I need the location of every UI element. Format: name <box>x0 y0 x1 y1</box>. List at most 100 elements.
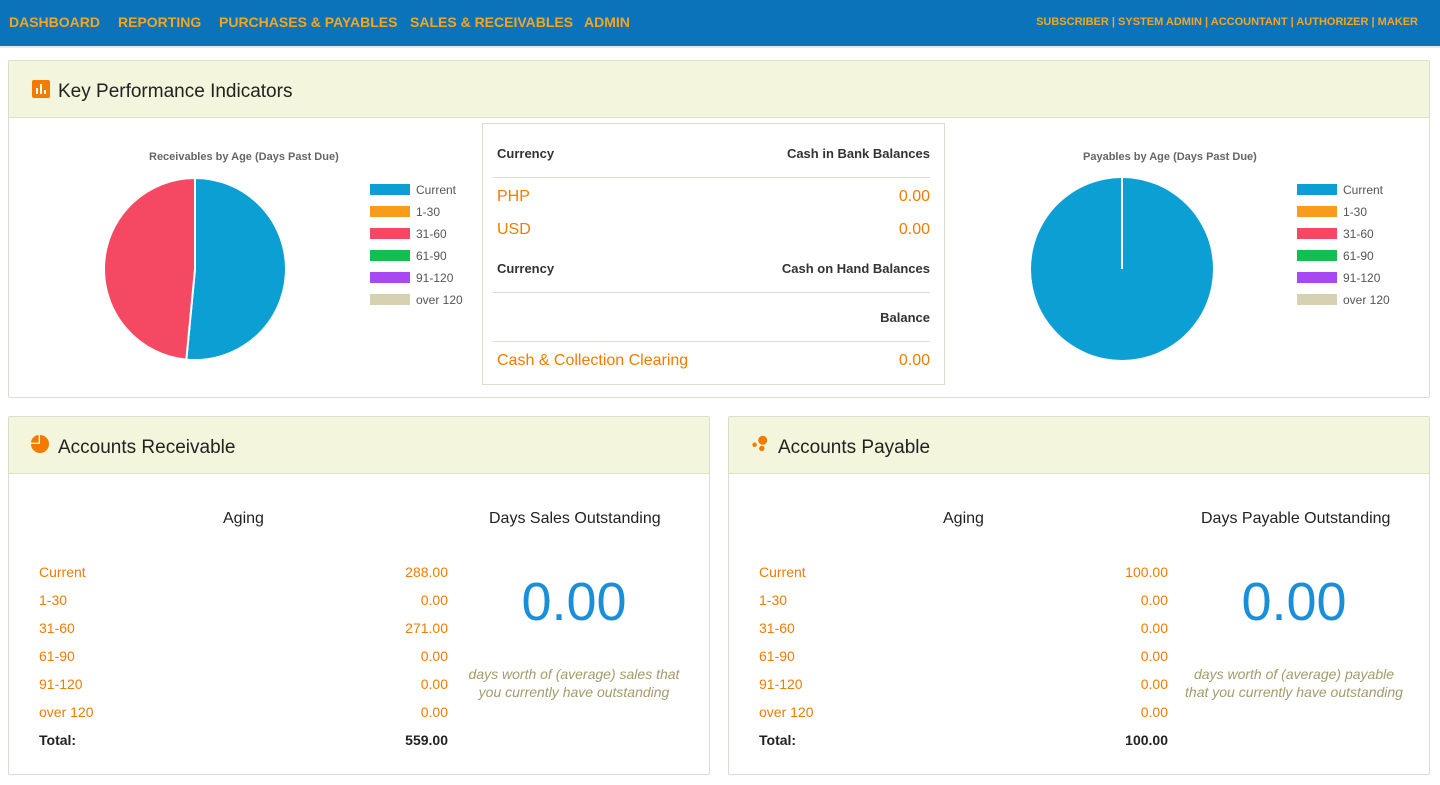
receivables-legend-item[interactable]: 91-120 <box>370 271 480 285</box>
divider <box>493 292 930 293</box>
payable-aging-amount[interactable]: 0.00 <box>1141 704 1168 720</box>
role-separator: | <box>1108 16 1119 28</box>
legend-swatch <box>370 250 410 261</box>
legend-swatch <box>370 228 410 239</box>
receivable-aging-label[interactable]: over 120 <box>39 704 93 720</box>
dso-caption: days worth of (average) sales that you c… <box>459 665 689 701</box>
dpo-caption: days worth of (average) payable that you… <box>1174 665 1414 701</box>
bank-amount-php: 0.00 <box>898 188 930 205</box>
nav-purchases-payables[interactable]: PURCHASES & PAYABLES <box>219 14 397 30</box>
role-subscriber[interactable]: SUBSCRIBER <box>1036 16 1109 28</box>
cash-balances-box: Currency Cash in Bank Balances PHP 0.00 … <box>482 123 945 385</box>
legend-label: Current <box>416 183 457 197</box>
receivables-legend-item[interactable]: 31-60 <box>370 227 480 241</box>
legend-label: 91-120 <box>416 271 454 285</box>
kpi-panel: Key Performance Indicators Receivables b… <box>8 60 1430 398</box>
receivables-legend-item[interactable]: over 120 <box>370 293 480 307</box>
payables-legend-item[interactable]: 31-60 <box>1297 227 1407 241</box>
user-roles: SUBSCRIBER | SYSTEM ADMIN | ACCOUNTANT |… <box>1036 16 1418 28</box>
bank-currency-usd[interactable]: USD <box>497 221 531 239</box>
receivables-slice-31-60[interactable] <box>103 176 196 361</box>
payables-legend-item[interactable]: 61-90 <box>1297 249 1407 263</box>
kpi-title: Key Performance Indicators <box>58 81 293 102</box>
legend-swatch <box>1297 184 1337 195</box>
dso-caption-line: days worth of (average) sales that <box>468 666 680 682</box>
legend-swatch <box>1297 206 1337 217</box>
legend-swatch <box>1297 294 1337 305</box>
payable-aging-label[interactable]: over 120 <box>759 704 813 720</box>
payable-aging-label[interactable]: 91-120 <box>759 676 803 692</box>
receivable-aging-label[interactable]: 31-60 <box>39 620 75 636</box>
receivable-aging-label[interactable]: Current <box>39 564 86 580</box>
payable-aging-label[interactable]: 1-30 <box>759 592 787 608</box>
clearing-label[interactable]: Cash & Collection Clearing <box>497 352 688 370</box>
payable-title: Accounts Payable <box>778 437 931 458</box>
legend-label: 31-60 <box>1343 227 1374 241</box>
bar-chart-icon <box>32 80 50 98</box>
receivables-legend-item[interactable]: Current <box>370 183 480 197</box>
clearing-amount: 0.00 <box>898 352 930 369</box>
bank-amount-usd: 0.00 <box>898 221 930 238</box>
receivable-aging-amount[interactable]: 271.00 <box>405 620 448 636</box>
receivable-aging-amount[interactable]: 0.00 <box>421 592 448 608</box>
payable-aging-label[interactable]: 31-60 <box>759 620 795 636</box>
nav-dashboard[interactable]: DASHBOARD <box>9 14 100 30</box>
payable-aging-label[interactable]: 61-90 <box>759 648 795 664</box>
payables-chart-title: Payables by Age (Days Past Due) <box>1083 151 1257 163</box>
bank-currency-php[interactable]: PHP <box>497 188 530 206</box>
receivables-chart-title: Receivables by Age (Days Past Due) <box>149 151 339 163</box>
receivable-title: Accounts Receivable <box>58 437 236 458</box>
legend-label: 31-60 <box>416 227 447 241</box>
payables-legend-item[interactable]: Current <box>1297 183 1407 197</box>
legend-swatch <box>370 272 410 283</box>
payable-total-amount: 100.00 <box>1125 732 1168 748</box>
kpi-panel-header: Key Performance Indicators <box>9 61 1429 118</box>
payable-aging-amount[interactable]: 0.00 <box>1141 676 1168 692</box>
receivables-legend-item[interactable]: 61-90 <box>370 249 480 263</box>
legend-label: over 120 <box>416 293 463 307</box>
dso-title: Days Sales Outstanding <box>489 510 661 527</box>
receivable-aging-label[interactable]: 1-30 <box>39 592 67 608</box>
legend-swatch <box>1297 228 1337 239</box>
legend-label: 61-90 <box>1343 249 1374 263</box>
receivable-total-amount: 559.00 <box>405 732 448 748</box>
legend-label: over 120 <box>1343 293 1390 307</box>
legend-label: 61-90 <box>416 249 447 263</box>
bubbles-icon <box>752 435 768 452</box>
payable-aging-amount[interactable]: 0.00 <box>1141 592 1168 608</box>
payable-aging-amount[interactable]: 100.00 <box>1125 564 1168 580</box>
accounts-payable-panel: Accounts Payable Aging Current 100.00 1-30… <box>728 416 1430 775</box>
nav-admin[interactable]: ADMIN <box>584 14 630 30</box>
receivable-aging-amount[interactable]: 0.00 <box>421 648 448 664</box>
bank-balance-header: Cash in Bank Balances <box>786 146 930 161</box>
role-system-admin[interactable]: SYSTEM ADMIN <box>1118 16 1202 28</box>
receivables-slice-current[interactable] <box>185 176 287 361</box>
payable-aging-amount[interactable]: 0.00 <box>1141 620 1168 636</box>
receivable-aging-amount[interactable]: 0.00 <box>421 676 448 692</box>
role-accountant[interactable]: ACCOUNTANT <box>1211 16 1288 28</box>
payables-legend-item[interactable]: 91-120 <box>1297 271 1407 285</box>
payables-legend-item[interactable]: over 120 <box>1297 293 1407 307</box>
payables-legend-item[interactable]: 1-30 <box>1297 205 1407 219</box>
top-nav-bar: DASHBOARD REPORTING PURCHASES & PAYABLES… <box>0 0 1440 48</box>
nav-reporting[interactable]: REPORTING <box>118 14 201 30</box>
dso-caption-line: you currently have outstanding <box>478 684 670 700</box>
payable-aging-label[interactable]: Current <box>759 564 806 580</box>
hand-balance-header: Cash on Hand Balances <box>781 261 930 276</box>
role-authorizer[interactable]: AUTHORIZER <box>1296 16 1368 28</box>
payables-pie-chart <box>1031 178 1213 360</box>
legend-label: Current <box>1343 183 1384 197</box>
receivables-legend: Current 1-30 31-60 61-90 91-120 over 120 <box>370 183 480 313</box>
nav-sales-receivables[interactable]: SALES & RECEIVABLES <box>410 14 573 30</box>
dpo-caption-line: days worth of (average) payable <box>1194 666 1394 682</box>
payables-legend: Current 1-30 31-60 61-90 91-120 over 120 <box>1297 183 1407 313</box>
receivable-aging-label[interactable]: 61-90 <box>39 648 75 664</box>
receivables-legend-item[interactable]: 1-30 <box>370 205 480 219</box>
receivable-aging-amount[interactable]: 288.00 <box>405 564 448 580</box>
dpo-value: 0.00 <box>1241 572 1347 632</box>
receivable-aging-label[interactable]: 91-120 <box>39 676 83 692</box>
payable-aging-amount[interactable]: 0.00 <box>1141 648 1168 664</box>
bank-currency-header: Currency <box>497 146 555 161</box>
receivable-aging-amount[interactable]: 0.00 <box>421 704 448 720</box>
role-maker[interactable]: MAKER <box>1378 16 1418 28</box>
